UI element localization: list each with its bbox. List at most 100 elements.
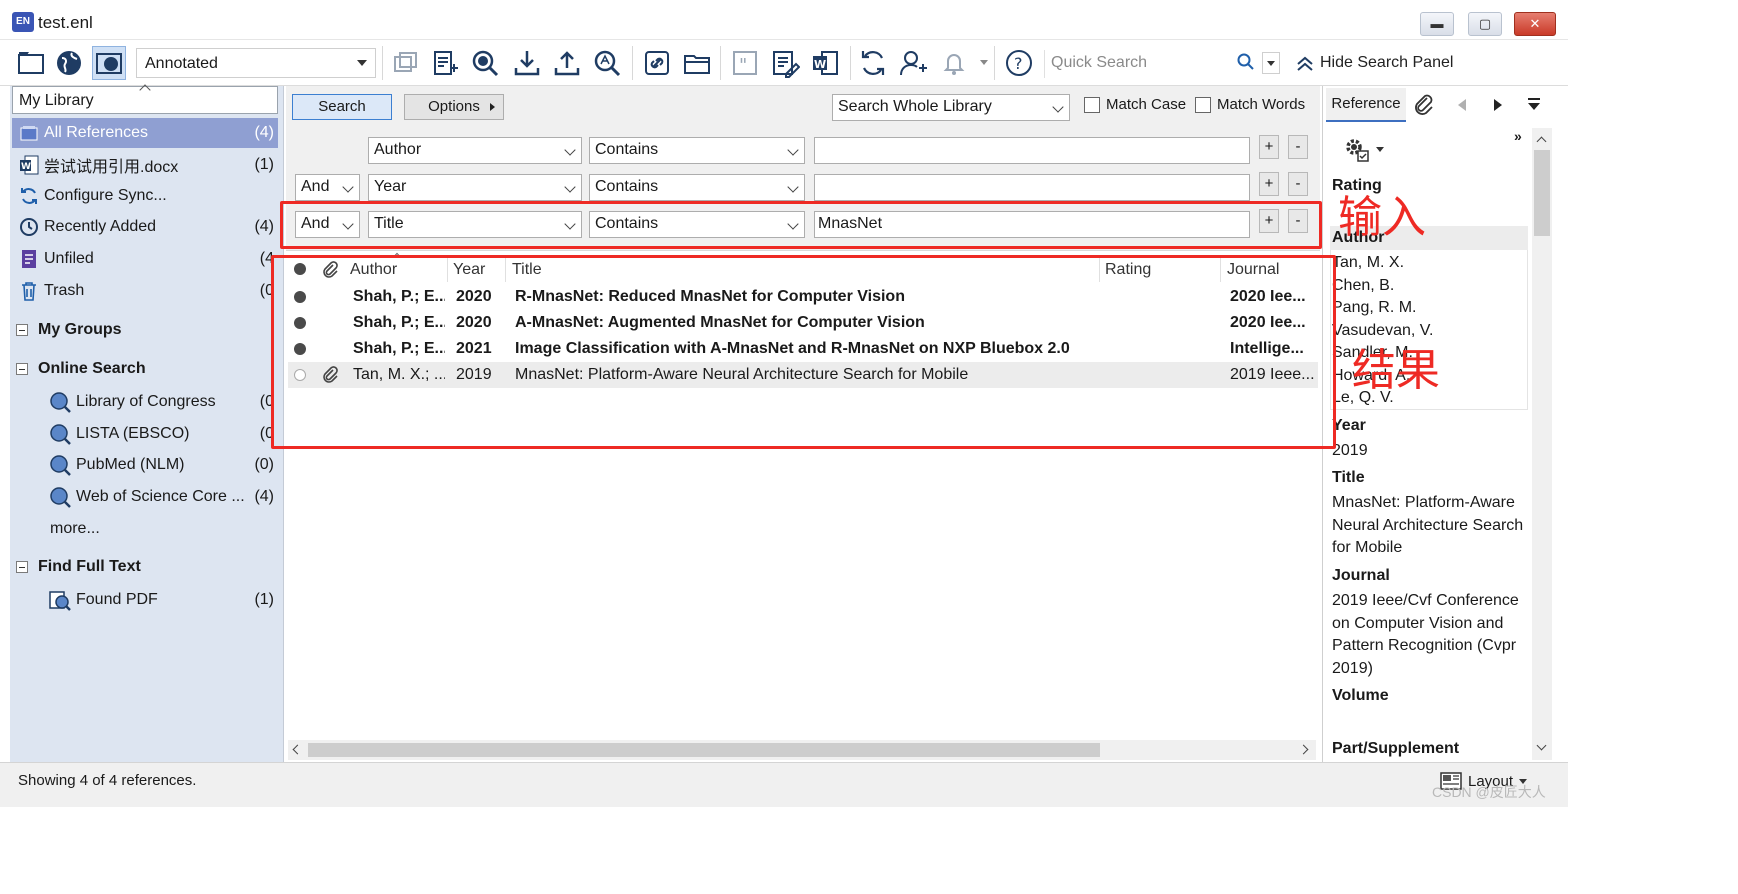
add-search-row-button[interactable]: + xyxy=(1259,172,1279,196)
boolean-operator-select[interactable]: And xyxy=(295,174,360,201)
minimize-button[interactable]: ▬ xyxy=(1420,12,1454,36)
reference-count: (1) xyxy=(254,591,274,608)
match-words-checkbox[interactable]: Match Words xyxy=(1195,96,1305,113)
maximize-button[interactable]: ▢ xyxy=(1468,12,1502,36)
search-value-input[interactable] xyxy=(814,137,1250,164)
search-icon[interactable] xyxy=(1236,52,1256,72)
chevron-down-icon xyxy=(1052,101,1064,113)
online-item-library-of-congress[interactable]: Library of Congress (0 xyxy=(48,387,278,417)
panel-menu-icon[interactable] xyxy=(1528,98,1540,112)
search-field-select[interactable]: Author xyxy=(368,137,582,164)
online-search-icon[interactable] xyxy=(468,46,502,80)
input-highlight-box xyxy=(280,201,1322,249)
reference-count: (4) xyxy=(254,488,274,505)
new-reference-icon[interactable] xyxy=(428,46,462,80)
collapse-icon[interactable] xyxy=(16,324,28,336)
online-item-web-of-science[interactable]: Web of Science Core ... (4) xyxy=(48,482,278,512)
title-bar xyxy=(0,0,1568,40)
quick-search-options-button[interactable] xyxy=(1262,52,1280,74)
search-scope-select[interactable]: Search Whole Library xyxy=(832,94,1070,121)
sync-icon[interactable] xyxy=(856,46,890,80)
year-value[interactable]: 2019 xyxy=(1332,440,1528,463)
sidebar-item-all-references[interactable]: All References (4) xyxy=(12,118,278,148)
share-library-icon[interactable] xyxy=(896,46,930,80)
open-link-icon[interactable] xyxy=(640,46,674,80)
search-operator-value: Contains xyxy=(595,141,659,158)
import-icon[interactable] xyxy=(510,46,544,80)
sidebar-item-found-pdf[interactable]: Found PDF (1) xyxy=(48,585,278,615)
find-full-text-header[interactable]: Find Full Text xyxy=(16,554,141,580)
open-file-icon[interactable] xyxy=(680,46,714,80)
search-operator-select[interactable]: Contains xyxy=(589,137,805,164)
vertical-scrollbar-thumb[interactable] xyxy=(1534,150,1550,236)
more-online-link[interactable]: more... xyxy=(50,520,100,538)
activity-feed-icon[interactable] xyxy=(938,46,972,80)
checkbox-box[interactable] xyxy=(1195,96,1211,113)
status-text: Showing 4 of 4 references. xyxy=(18,772,197,789)
sidebar-item-recently-added[interactable]: Recently Added (4) xyxy=(12,212,278,242)
search-scope-value: Search Whole Library xyxy=(838,98,992,115)
sidebar-item-trash[interactable]: Trash (0 xyxy=(12,276,278,306)
unfiled-icon xyxy=(18,248,40,270)
journal-label: Journal xyxy=(1332,567,1390,584)
checkbox-box[interactable] xyxy=(1084,96,1100,113)
remove-search-row-button[interactable]: - xyxy=(1288,172,1308,196)
options-button[interactable]: Options xyxy=(404,94,504,120)
edit-citation-icon[interactable] xyxy=(768,46,802,80)
my-groups-label: My Groups xyxy=(38,321,122,338)
insert-citation-icon[interactable]: " xyxy=(728,46,762,80)
online-search-mode-icon[interactable] xyxy=(52,46,86,80)
word-icon[interactable]: W xyxy=(808,46,842,80)
collapse-icon[interactable] xyxy=(16,363,28,375)
sidebar-item-configure-sync[interactable]: Configure Sync... xyxy=(12,181,278,211)
next-reference-icon[interactable] xyxy=(1494,99,1502,111)
svg-text:": " xyxy=(739,55,747,76)
previous-reference-icon[interactable] xyxy=(1458,99,1466,111)
horizontal-scrollbar-thumb[interactable] xyxy=(308,743,1100,757)
toolbar-separator xyxy=(382,46,383,80)
search-field-select[interactable]: Year xyxy=(368,174,582,201)
chevron-down-icon[interactable] xyxy=(1376,147,1384,152)
search-operator-select[interactable]: Contains xyxy=(589,174,805,201)
find-full-text-icon[interactable] xyxy=(590,46,624,80)
online-item-label: Library of Congress xyxy=(76,393,216,410)
chevron-down-icon[interactable] xyxy=(980,60,988,65)
search-button[interactable]: Search xyxy=(292,94,392,120)
sidebar-item-label: Trash xyxy=(44,282,85,299)
search-value-input[interactable] xyxy=(814,174,1250,201)
help-icon[interactable]: ? xyxy=(1002,46,1036,80)
paperclip-icon[interactable] xyxy=(1410,92,1436,118)
collapse-icon[interactable] xyxy=(16,561,28,573)
online-item-lista[interactable]: LISTA (EBSCO) (0 xyxy=(48,419,278,449)
journal-value[interactable]: 2019 Ieee/Cvf Conference on Computer Vis… xyxy=(1332,590,1528,680)
copy-to-library-icon[interactable] xyxy=(388,46,422,80)
output-style-select[interactable]: Annotated xyxy=(136,48,376,78)
title-value[interactable]: MnasNet: Platform-Aware Neural Architect… xyxy=(1332,492,1528,560)
integrated-library-mode-icon[interactable] xyxy=(92,46,126,80)
online-item-pubmed[interactable]: PubMed (NLM) (0) xyxy=(48,450,278,480)
expand-panel-icon[interactable]: » xyxy=(1514,128,1522,144)
sidebar-item-label: Unfiled xyxy=(44,250,94,267)
year-label: Year xyxy=(1332,417,1366,434)
tab-reference[interactable]: Reference xyxy=(1326,88,1406,122)
hide-search-panel-button[interactable]: Hide Search Panel xyxy=(1296,50,1453,76)
remove-search-row-button[interactable]: - xyxy=(1288,135,1308,159)
online-search-label: Online Search xyxy=(38,360,146,377)
sidebar-item-unfiled[interactable]: Unfiled (4 xyxy=(12,244,278,274)
toolbar-separator xyxy=(632,46,633,80)
export-icon[interactable] xyxy=(550,46,584,80)
chevron-down-icon xyxy=(787,144,799,156)
search-field-value: Author xyxy=(374,141,422,158)
match-case-checkbox[interactable]: Match Case xyxy=(1084,96,1186,113)
sidebar-item-docx[interactable]: W 尝试试用引用.docx (1) xyxy=(12,150,278,180)
online-item-label: Web of Science Core ... xyxy=(76,488,245,505)
my-groups-header[interactable]: My Groups xyxy=(16,317,122,343)
globe-search-icon xyxy=(48,422,72,446)
local-library-mode-icon[interactable] xyxy=(14,46,48,80)
online-search-header[interactable]: Online Search xyxy=(16,356,146,382)
settings-gear-icon[interactable] xyxy=(1342,134,1372,164)
add-search-row-button[interactable]: + xyxy=(1259,135,1279,159)
author-entry: Chen, B. xyxy=(1332,276,1395,294)
close-button[interactable]: ✕ xyxy=(1514,12,1556,36)
sync-icon xyxy=(18,185,40,207)
